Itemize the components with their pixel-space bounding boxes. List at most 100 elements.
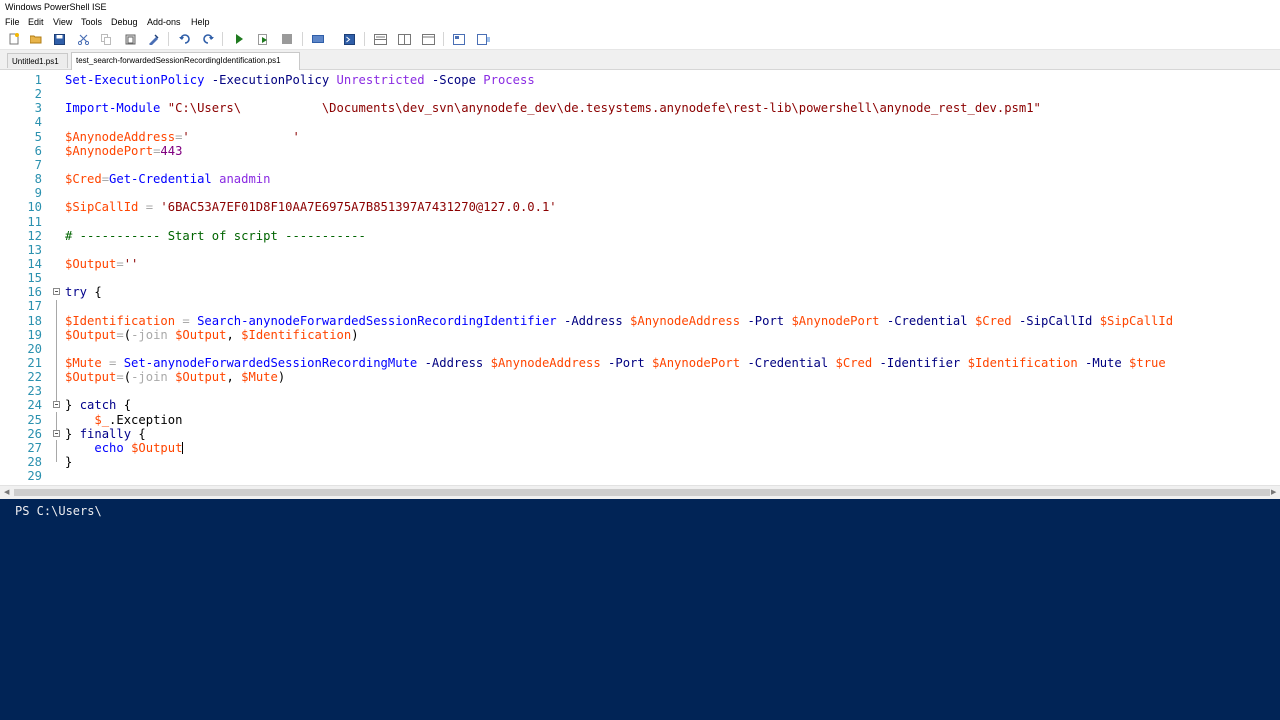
code-line[interactable]: 4 xyxy=(0,115,1280,129)
window-title: Windows PowerShell ISE xyxy=(5,2,107,12)
menu-view[interactable]: View xyxy=(53,15,72,29)
copy-icon[interactable] xyxy=(99,32,113,46)
code-token: -join xyxy=(131,327,168,342)
redo-icon[interactable] xyxy=(201,32,215,46)
code-line[interactable]: 11 xyxy=(0,215,1280,229)
code-token: $AnynodePort xyxy=(652,356,741,370)
line-number: 16 xyxy=(27,285,42,300)
code-line[interactable]: 12 # ----------- Start of script --------… xyxy=(0,229,1280,243)
cut-icon[interactable] xyxy=(76,32,90,46)
code-line[interactable]: 29 xyxy=(0,469,1280,483)
code-line[interactable]: 25 $_.Exception xyxy=(0,413,1280,427)
start-powershell-icon[interactable] xyxy=(342,32,356,46)
paste-icon[interactable] xyxy=(123,32,137,46)
code-token: } xyxy=(65,426,80,441)
code-line[interactable]: 15 xyxy=(0,271,1280,285)
menu-tools[interactable]: Tools xyxy=(81,15,102,29)
menu-add-ons[interactable]: Add-ons xyxy=(147,15,181,29)
code-token: Get-Credential xyxy=(109,172,212,187)
code-line[interactable]: 21 $Mute = Set-anynodeForwardedSessionRec… xyxy=(0,356,1280,370)
menu-edit[interactable]: Edit xyxy=(28,15,44,29)
console-pane[interactable]: PS C:\Users\ xyxy=(0,499,1280,720)
run-selection-icon[interactable] xyxy=(256,32,270,46)
code-token: $Output xyxy=(175,327,227,342)
code-token: = xyxy=(101,172,110,187)
new-file-icon[interactable] xyxy=(7,32,21,46)
code-line[interactable]: 3 Import-Module "C:\Users\ \Documents\dev… xyxy=(0,101,1280,115)
show-command-addon-icon[interactable] xyxy=(476,32,490,46)
code-line[interactable]: 17 xyxy=(0,299,1280,313)
code-line[interactable]: 5 $AnynodeAddress=' ' xyxy=(0,130,1280,144)
code-line[interactable]: 27 echo $Output xyxy=(0,441,1280,455)
code-line[interactable]: 26} finally { xyxy=(0,427,1280,441)
layout-script-right-icon[interactable] xyxy=(397,32,411,46)
code-line[interactable]: 7 xyxy=(0,158,1280,172)
code-text: Import-Module "C:\Users\ \Documents\dev_… xyxy=(65,101,1041,115)
code-line[interactable]: 2 xyxy=(0,87,1280,101)
code-line[interactable]: 9 xyxy=(0,186,1280,200)
layout-script-top-icon[interactable] xyxy=(373,32,387,46)
code-line[interactable]: 19 $Output=(-join $Output, $Identificatio… xyxy=(0,328,1280,342)
menu-file[interactable]: File xyxy=(5,15,20,29)
code-token: -Mute xyxy=(1085,356,1122,370)
line-number: 19 xyxy=(27,327,42,342)
scroll-left-icon[interactable]: ◀ xyxy=(4,488,9,496)
code-line[interactable]: 20 xyxy=(0,342,1280,356)
code-line[interactable]: 1 Set-ExecutionPolicy -ExecutionPolicy Un… xyxy=(0,73,1280,87)
code-line[interactable]: 6 $AnynodePort=443 xyxy=(0,144,1280,158)
menu-help[interactable]: Help xyxy=(191,15,210,29)
save-icon[interactable] xyxy=(52,32,66,46)
run-script-icon[interactable] xyxy=(232,32,246,46)
tab-untitled1[interactable]: Untitled1.ps1 xyxy=(7,53,68,68)
script-editor[interactable]: 1 Set-ExecutionPolicy -ExecutionPolicy Un… xyxy=(0,70,1280,485)
code-line[interactable]: 13 xyxy=(0,243,1280,257)
code-text: $Output=(-join $Output, $Mute) xyxy=(65,370,285,384)
scrollbar-thumb[interactable] xyxy=(14,489,1270,496)
clear-icon[interactable] xyxy=(146,32,160,46)
code-token: $SipCallId xyxy=(1099,313,1174,328)
scroll-right-icon[interactable]: ▶ xyxy=(1271,488,1276,496)
code-token: -join xyxy=(131,370,168,385)
code-token: ) xyxy=(351,327,359,342)
menu-debug[interactable]: Debug xyxy=(111,15,138,29)
code-line[interactable]: 28} xyxy=(0,455,1280,469)
code-line[interactable]: 16 try { xyxy=(0,285,1280,299)
undo-icon[interactable] xyxy=(178,32,192,46)
code-line[interactable]: 10 $SipCallId = '6BAC53A7EF01D8F10AA7E697… xyxy=(0,200,1280,214)
tab-test-script[interactable]: test_search-forwardedSessionRecordingIde… xyxy=(71,52,300,70)
line-number: 21 xyxy=(27,356,42,370)
fold-toggle-icon[interactable] xyxy=(53,429,60,437)
new-remote-tab-icon[interactable] xyxy=(311,32,325,46)
code-token: Set-anynodeForwardedSessionRecordingMute xyxy=(123,356,418,370)
fold-toggle-icon[interactable] xyxy=(53,401,60,409)
code-token: -Identifier xyxy=(879,356,961,370)
horizontal-scrollbar[interactable]: ◀ ▶ xyxy=(0,485,1280,499)
show-script-pane-icon[interactable] xyxy=(452,32,466,46)
open-file-icon[interactable] xyxy=(29,32,43,46)
code-token: $Mute xyxy=(65,356,102,370)
code-line[interactable]: 18 $Identification = Search-anynodeForwar… xyxy=(0,314,1280,328)
code-token: '' xyxy=(123,256,139,271)
toolbar-separator xyxy=(364,32,365,46)
code-line[interactable]: 14 $Output='' xyxy=(0,257,1280,271)
code-token: , xyxy=(226,327,242,342)
code-token: anadmin xyxy=(219,172,271,187)
code-line[interactable]: 22 $Output=(-join $Output, $Mute) xyxy=(0,370,1280,384)
fold-toggle-icon[interactable] xyxy=(53,288,60,296)
stop-icon[interactable] xyxy=(280,32,294,46)
code-line[interactable]: 23 xyxy=(0,384,1280,398)
code-line[interactable]: 8 $Cred=Get-Credential anadmin xyxy=(0,172,1280,186)
code-line[interactable]: 24} catch { xyxy=(0,398,1280,412)
layout-script-maximized-icon[interactable] xyxy=(421,32,435,46)
